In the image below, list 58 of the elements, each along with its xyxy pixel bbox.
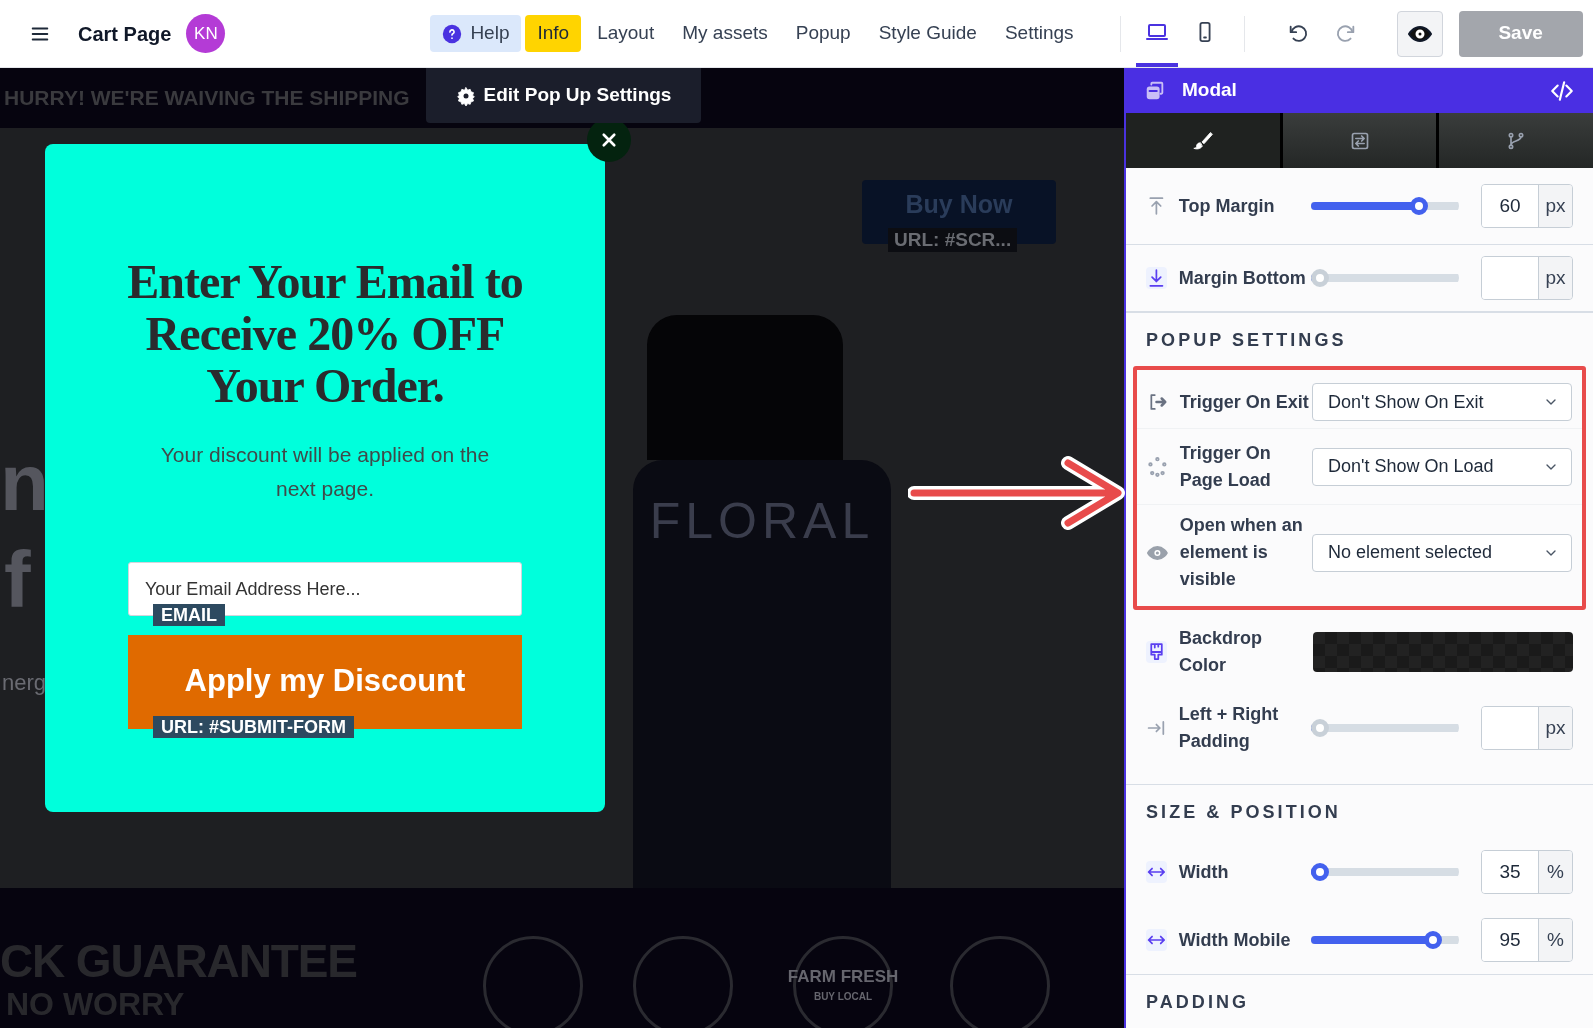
section-heading: POPUP SETTINGS <box>1145 329 1348 352</box>
slider-thumb[interactable] <box>1311 863 1329 881</box>
nav-tab[interactable]: Info <box>525 15 582 52</box>
field-tooltip: EMAIL <box>153 604 225 626</box>
url-tooltip: URL: #SUBMIT-FORM <box>153 716 354 738</box>
layers-icon <box>1144 79 1166 102</box>
horizontal-arrows-icon <box>1146 861 1167 883</box>
nav-tab[interactable]: Settings <box>992 15 1086 52</box>
field-label: Width <box>1178 860 1230 884</box>
nav-tab[interactable]: My assets <box>670 15 780 52</box>
field-label: Trigger On Exit <box>1179 390 1310 414</box>
nav-tab[interactable]: Layout <box>585 15 667 52</box>
section-heading: SIZE & POSITION <box>1145 801 1342 824</box>
dropdown-value: No element selected <box>1328 541 1493 564</box>
dropdown-value: Don't Show On Exit <box>1328 390 1484 414</box>
dropdown[interactable]: Don't Show On Load <box>1312 447 1572 486</box>
dropdown-value: Don't Show On Load <box>1328 455 1494 478</box>
edit-popup-settings-tab[interactable]: Edit Pop Up Settings <box>426 68 701 123</box>
popup-heading: Enter Your Email to Receive 20% OFF Your Order. <box>126 256 524 412</box>
preview-button[interactable] <box>1396 10 1443 57</box>
field-label: Trigger On Page Load <box>1179 441 1272 492</box>
section-heading: PADDING <box>1145 991 1251 1014</box>
bottle-label: FLORAL <box>649 496 875 551</box>
exit-icon <box>1147 391 1168 413</box>
panel-title: Modal <box>1182 78 1237 103</box>
field-label: Open when an element is visible <box>1179 514 1304 591</box>
sliders-box-icon <box>1349 130 1370 151</box>
redo-icon[interactable] <box>1334 22 1357 45</box>
field-label: Margin Bottom <box>1178 266 1307 290</box>
heading-fragment: n <box>0 443 49 523</box>
page-title: Cart Page <box>78 21 172 47</box>
avatar: KN <box>186 14 226 53</box>
heading-fragment: nerg <box>2 669 47 697</box>
nav-tab[interactable]: Help <box>430 15 522 52</box>
field-label: Left + Right Padding <box>1178 703 1280 753</box>
help-icon <box>442 23 463 44</box>
dropdown[interactable]: No element selected <box>1312 533 1572 572</box>
slider-thumb[interactable] <box>1424 931 1443 949</box>
horizontal-arrows-icon <box>1146 929 1167 951</box>
color-swatch[interactable] <box>1313 632 1573 672</box>
close-icon <box>600 131 618 149</box>
loading-icon <box>1147 455 1168 478</box>
arrow-down-bar-icon <box>1146 267 1167 289</box>
nav-tab[interactable]: Popup <box>783 15 863 52</box>
dropdown[interactable]: Don't Show On Exit <box>1312 383 1572 421</box>
badge-text: FARM FRESH <box>787 968 899 985</box>
field-label: Width Mobile <box>1178 928 1292 952</box>
popup-body-text: Your discount will be applied on the next page. <box>159 442 491 502</box>
nav-tab[interactable]: Style Guide <box>866 15 989 52</box>
gear-icon <box>455 85 476 106</box>
field-label: Backdrop Color <box>1179 627 1264 677</box>
paintbrush-icon <box>1191 129 1214 152</box>
slider-thumb[interactable] <box>1409 197 1428 215</box>
badge-subtext: BUY LOCAL <box>813 990 873 1004</box>
heading-fragment: f <box>4 540 31 620</box>
brush-icon <box>1146 641 1168 663</box>
url-tooltip: URL: #SCR... <box>888 228 1018 252</box>
field-label: Top Margin <box>1178 194 1276 218</box>
